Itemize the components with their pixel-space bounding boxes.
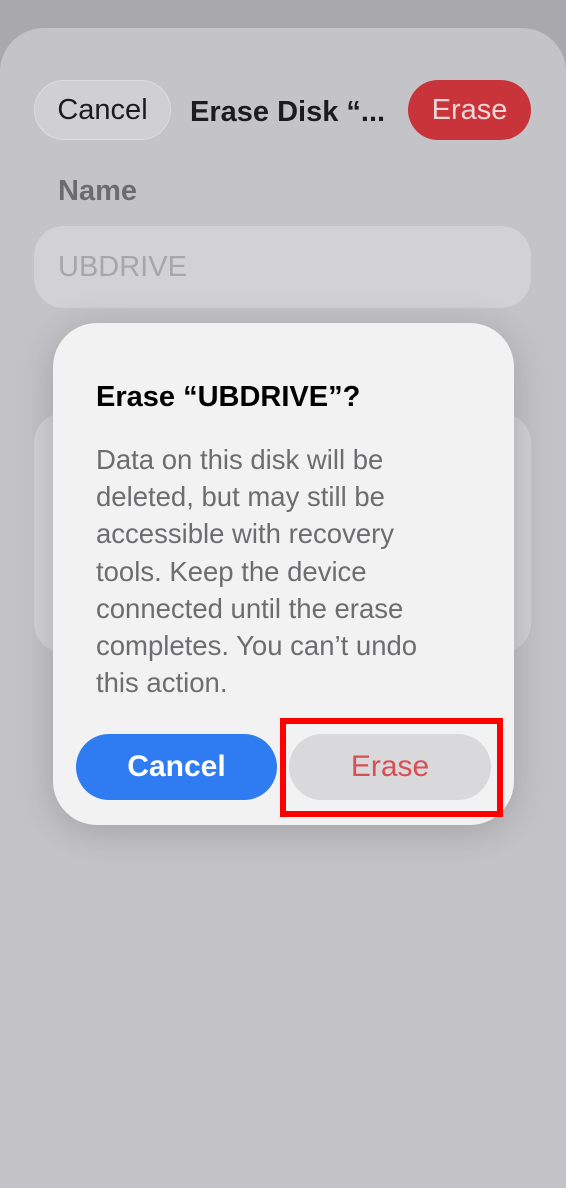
alert-message: Data on this disk will be deleted, but m… [96,444,418,699]
alert-cancel-button[interactable]: Cancel [76,734,277,800]
nav-cancel-label: Cancel [57,93,148,126]
sheet-title: Erase Disk “... [190,96,386,128]
nav-erase-label: Erase [431,93,508,126]
name-input[interactable]: UBDRIVE [34,226,531,308]
highlight-box [280,718,503,817]
nav-erase-button[interactable]: Erase [408,80,531,140]
name-field-label: Name [58,175,137,207]
alert-cancel-label: Cancel [127,750,226,783]
nav-cancel-button[interactable]: Cancel [34,80,171,140]
name-input-placeholder: UBDRIVE [58,250,187,283]
alert-title: Erase “UBDRIVE”? [96,381,361,413]
